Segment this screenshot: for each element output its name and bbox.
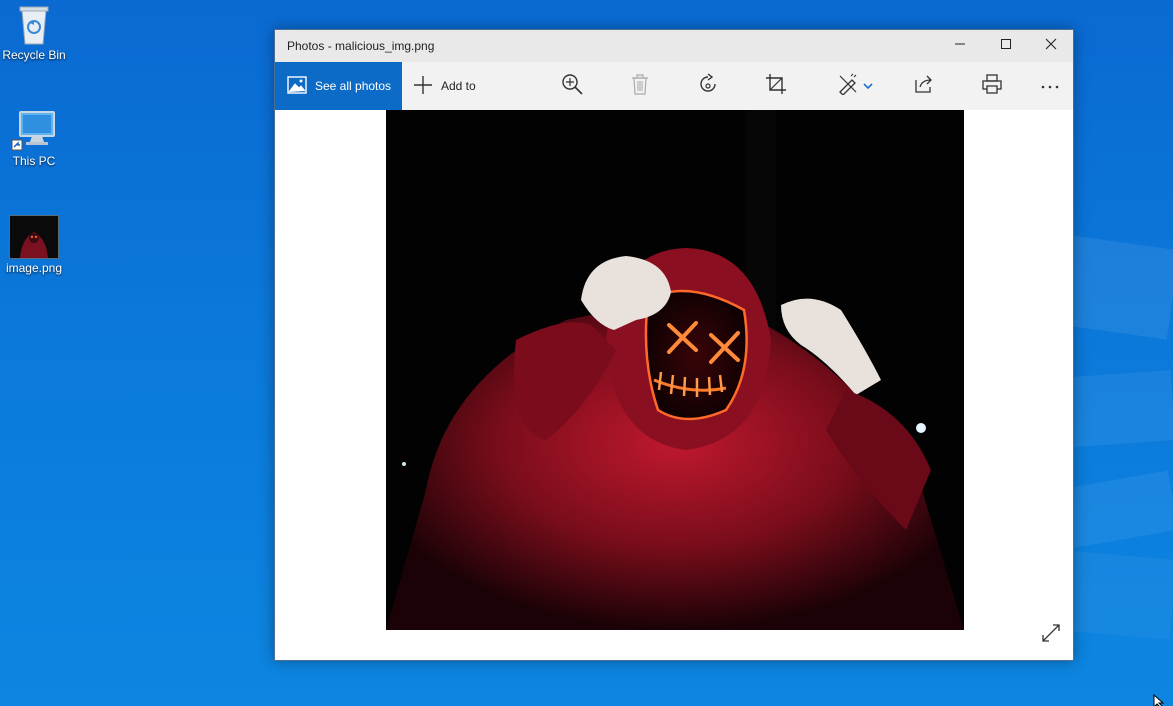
edit-create-button[interactable] [835,73,875,100]
expand-icon [1041,624,1061,647]
see-all-photos-button[interactable]: See all photos [275,62,402,110]
more-options-button[interactable] [1037,74,1063,98]
this-pc-desktop-icon[interactable]: This PC [0,110,72,168]
displayed-photo[interactable] [386,110,964,630]
share-button[interactable] [911,74,937,98]
crop-icon [765,73,787,100]
edit-icon [837,73,859,100]
photos-toolbar: See all photos Add to [275,62,1073,110]
rotate-icon [697,72,719,100]
zoom-button[interactable] [559,73,585,100]
delete-icon [630,73,650,100]
close-button[interactable] [1028,30,1074,62]
maximize-icon [1000,37,1012,55]
recycle-bin-desktop-icon[interactable]: Recycle Bin [0,2,72,62]
expand-fullscreen-button[interactable] [1041,623,1061,648]
this-pc-label: This PC [12,154,56,168]
see-all-photos-label: See all photos [315,79,392,93]
delete-button[interactable] [627,73,653,100]
add-to-button[interactable]: Add to [413,62,476,110]
add-to-label: Add to [441,79,476,93]
recycle-bin-label: Recycle Bin [2,48,66,62]
photos-icon [287,75,307,98]
mouse-cursor-icon [1153,693,1167,706]
plus-icon [413,75,433,98]
crop-button[interactable] [763,73,789,100]
chevron-down-icon [863,77,873,95]
photos-app-window: Photos - malicious_img.png See all photo… [274,29,1074,661]
share-icon [914,74,934,99]
window-title: Photos - malicious_img.png [287,39,435,53]
computer-icon [10,110,58,152]
image-file-label: image.png [5,261,63,275]
maximize-button[interactable] [983,30,1029,62]
minimize-icon [954,37,966,55]
print-button[interactable] [979,73,1005,99]
rotate-button[interactable] [695,72,721,100]
image-thumbnail-icon [9,215,59,259]
photo-viewer-area [275,110,1073,660]
minimize-button[interactable] [937,30,983,62]
recycle-bin-icon [16,2,52,46]
more-icon [1040,77,1060,95]
title-bar[interactable]: Photos - malicious_img.png [275,30,1073,62]
zoom-in-icon [561,73,583,100]
print-icon [982,73,1002,99]
image-file-desktop-icon[interactable]: image.png [0,215,72,275]
close-icon [1045,37,1057,55]
